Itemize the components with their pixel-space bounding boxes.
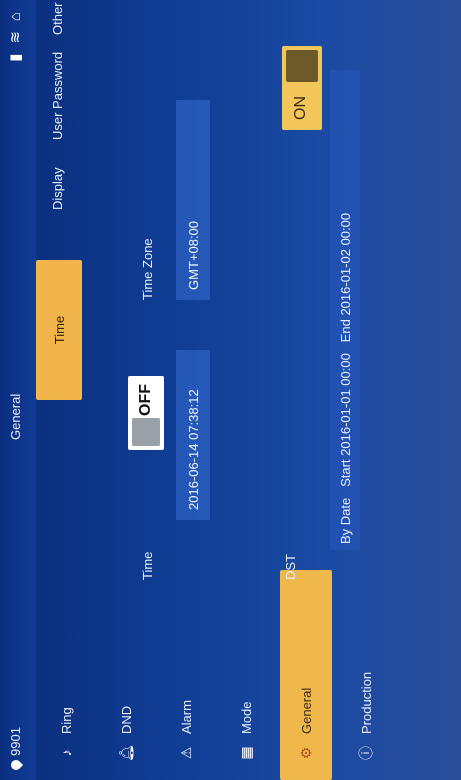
sidebar-item-label: Production [358, 671, 374, 734]
timezone-label: Time Zone [140, 238, 155, 300]
auto-time-toggle[interactable]: OFF [128, 376, 164, 450]
tab-user-password[interactable]: User Password [50, 52, 65, 140]
dst-toggle[interactable]: ON [282, 46, 322, 130]
sidebar-item-label: General [298, 687, 314, 734]
sidebar-item-production[interactable]: ⓘ Production [340, 570, 392, 780]
room-indicator: 9901 [8, 727, 23, 773]
tab-bar: Time Display User Password Other [36, 0, 96, 570]
dst-start-label: Start [338, 459, 353, 487]
sidebar-item-label: DND [118, 705, 134, 734]
dst-start-value[interactable]: 2016-01-01 00:00 [338, 353, 353, 456]
location-pin-icon [8, 757, 23, 773]
toggle-state: ON [292, 96, 309, 120]
toggle-knob [132, 418, 160, 446]
sidebar-item-dnd[interactable]: 🔔︎ DND [100, 570, 152, 780]
room-number: 9901 [8, 727, 23, 756]
toggle-knob [286, 50, 318, 82]
dst-end-value[interactable]: 2016-01-02 00:00 [338, 213, 353, 316]
sidebar-item-label: Alarm [178, 700, 194, 734]
bell-icon: 🔔︎ [117, 744, 134, 762]
time-field[interactable]: 2016-06-14 07:38:12 [176, 350, 210, 520]
grid-icon: ▦ [237, 746, 254, 760]
timezone-field[interactable]: GMT+08:00 [176, 100, 210, 300]
music-note-icon: ♪ [58, 749, 74, 757]
home-icon[interactable]: ⌂ [7, 12, 24, 21]
dst-end-label: End [338, 319, 353, 343]
screen: 9901 General ▮ ≋ ⌂ ♪ Ring 🔔︎ DND ⚠ Alarm… [0, 0, 461, 780]
gear-icon: ⚙ [297, 746, 314, 760]
top-bar: 9901 General ▮ ≋ ⌂ [0, 0, 36, 780]
tab-time[interactable]: Time [36, 260, 82, 400]
dst-label: DST [283, 554, 298, 580]
sidebar-item-general[interactable]: ⚙ General [280, 570, 332, 780]
tab-display[interactable]: Display [50, 167, 65, 210]
dst-mode: By Date [338, 497, 353, 544]
sidebar-item-label: Mode [238, 701, 254, 734]
page-title: General [8, 393, 23, 440]
tab-other[interactable]: Other [50, 2, 65, 35]
dst-date-row[interactable]: By Date Start 2016-01-01 00:00 End 2016-… [338, 213, 353, 544]
sidebar-item-label: Ring [58, 707, 74, 734]
status-icons: ▮ ≋ ⌂ [6, 12, 25, 62]
sidebar-item-alarm[interactable]: ⚠ Alarm [160, 570, 212, 780]
info-icon: ⓘ [358, 746, 374, 760]
wifi-icon: ≋ [7, 31, 24, 44]
time-label: Time [140, 551, 155, 580]
sidebar-item-mode[interactable]: ▦ Mode [220, 570, 272, 780]
sd-card-icon: ▮ [7, 53, 24, 62]
toggle-state: OFF [137, 384, 154, 416]
sidebar: ♪ Ring 🔔︎ DND ⚠ Alarm ▦ Mode ⚙ General ⓘ… [40, 570, 461, 780]
alarm-icon: ⚠ [177, 746, 194, 760]
sidebar-item-ring[interactable]: ♪ Ring [40, 570, 92, 780]
